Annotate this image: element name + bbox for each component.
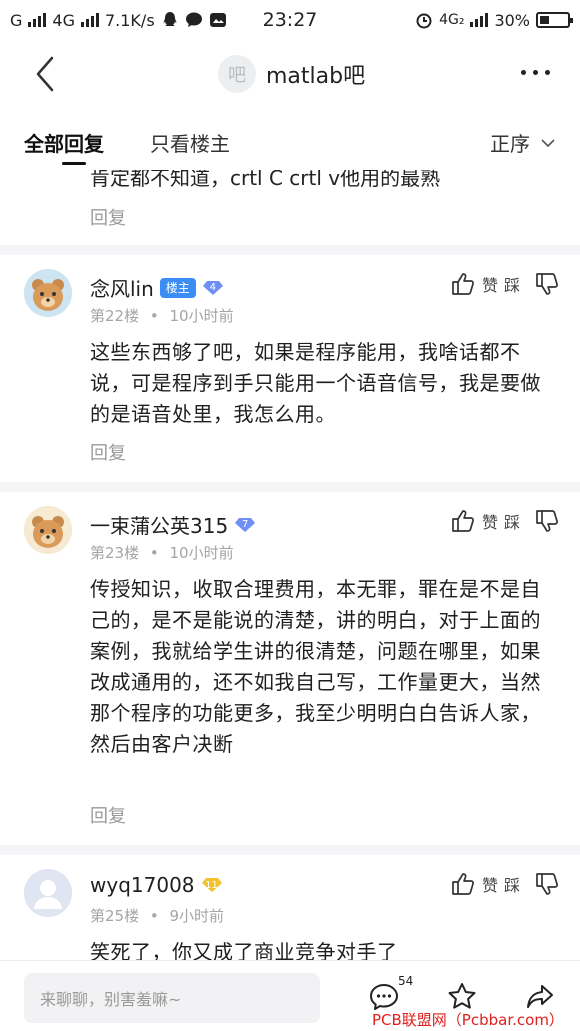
- partial-post-content: 肯定都不知道，crtl C crtl v他用的最熟: [90, 170, 441, 190]
- floor-number: 第23楼: [90, 544, 140, 562]
- level-badge: 4: [202, 280, 224, 296]
- meta-separator: •: [149, 907, 159, 925]
- post-content: 这些东西够了吧，如果是程序能用，我啥话都不说，可是程序到手只能用一个语音信号，我…: [90, 340, 541, 426]
- divider: [0, 845, 580, 855]
- thumbs-up-icon[interactable]: [450, 508, 476, 534]
- divider: [0, 245, 580, 255]
- vote-actions: 赞 踩: [450, 871, 560, 897]
- watermark: PCB联盟网（Pcbbar.com）: [372, 1011, 564, 1029]
- back-button[interactable]: [28, 52, 64, 96]
- thumbs-down-icon[interactable]: [534, 871, 560, 897]
- level-badge: 11: [201, 877, 223, 893]
- post-meta: 第23楼 • 10小时前: [90, 542, 234, 563]
- divider: [0, 482, 580, 492]
- reply-feed[interactable]: 肯定都不知道，crtl C crtl v他用的最熟 回复 念风lin 楼主 4 …: [0, 170, 580, 960]
- comment-count: 54: [398, 974, 414, 988]
- clock: 23:27: [262, 9, 318, 31]
- dislike-label[interactable]: 踩: [504, 272, 520, 296]
- username[interactable]: 一束蒲公英315 7: [90, 510, 256, 539]
- avatar[interactable]: [24, 269, 72, 317]
- status-bar: G 4G 7.1K/s 23:27 4G₂ 30%: [0, 0, 580, 40]
- like-label[interactable]: 赞: [482, 509, 498, 533]
- meta-separator: •: [149, 307, 159, 325]
- op-badge: 楼主: [159, 277, 196, 298]
- dislike-label[interactable]: 踩: [504, 509, 520, 533]
- post-time: 10小时前: [169, 307, 234, 325]
- comment-input[interactable]: 来聊聊，别害羞嘛~: [24, 973, 320, 1023]
- thumbs-down-icon[interactable]: [534, 508, 560, 534]
- thumbs-down-icon[interactable]: [534, 271, 560, 297]
- tab-all-replies[interactable]: 全部回复: [24, 128, 104, 157]
- reply-tabs: 全部回复 只看楼主 正序: [0, 110, 580, 170]
- active-tab-indicator: [62, 162, 86, 165]
- username[interactable]: wyq17008 11: [90, 873, 223, 897]
- username[interactable]: 念风lin 楼主 4: [90, 273, 224, 302]
- like-label[interactable]: 赞: [482, 272, 498, 296]
- top-nav: 吧 matlab吧: [0, 40, 580, 110]
- thumbs-up-icon[interactable]: [450, 871, 476, 897]
- post-meta: 第22楼 • 10小时前: [90, 305, 234, 326]
- default-user-icon: [24, 869, 72, 917]
- like-label[interactable]: 赞: [482, 872, 498, 896]
- bear-avatar-icon: [24, 269, 72, 317]
- floor-number: 第25楼: [90, 907, 140, 925]
- sort-label: 正序: [490, 132, 530, 156]
- avatar[interactable]: [24, 869, 72, 917]
- chevron-left-icon: [36, 56, 54, 92]
- meta-separator: •: [149, 544, 159, 562]
- battery-icon: [536, 12, 573, 28]
- chevron-down-icon: [541, 138, 555, 147]
- level-number: 4: [209, 282, 216, 293]
- avatar[interactable]: [24, 506, 72, 554]
- sort-dropdown[interactable]: 正序: [490, 128, 556, 157]
- tab-op-only[interactable]: 只看楼主: [150, 128, 230, 157]
- post-content: 笑死了，你又成了商业竞争对手了: [90, 940, 398, 960]
- reply-link[interactable]: 回复: [90, 802, 126, 828]
- thumbs-up-icon[interactable]: [450, 271, 476, 297]
- floor-number: 第22楼: [90, 307, 140, 325]
- level-badge: 7: [234, 517, 256, 533]
- vote-actions: 赞 踩: [450, 271, 560, 297]
- more-options-button[interactable]: [521, 70, 550, 75]
- bear-avatar-icon: [24, 506, 72, 554]
- post-time: 10小时前: [169, 544, 234, 562]
- username-text: wyq17008: [90, 873, 195, 897]
- vote-actions: 赞 踩: [450, 508, 560, 534]
- level-number: 11: [205, 879, 218, 891]
- forum-avatar: 吧: [218, 55, 256, 93]
- username-text: 念风lin: [90, 277, 154, 301]
- reply-link[interactable]: 回复: [90, 439, 126, 465]
- username-text: 一束蒲公英315: [90, 514, 229, 538]
- dislike-label[interactable]: 踩: [504, 872, 520, 896]
- level-number: 7: [242, 519, 249, 530]
- reply-link[interactable]: 回复: [90, 204, 126, 230]
- post-meta: 第25楼 • 9小时前: [90, 905, 224, 926]
- forum-entry[interactable]: 吧 matlab吧: [218, 55, 365, 93]
- forum-name: matlab吧: [266, 64, 366, 89]
- post-time: 9小时前: [169, 907, 225, 925]
- post-content: 传授知识，收取合理费用，本无罪，罪在是不是自己的，是不是能说的清楚，讲的明白，对…: [90, 577, 541, 756]
